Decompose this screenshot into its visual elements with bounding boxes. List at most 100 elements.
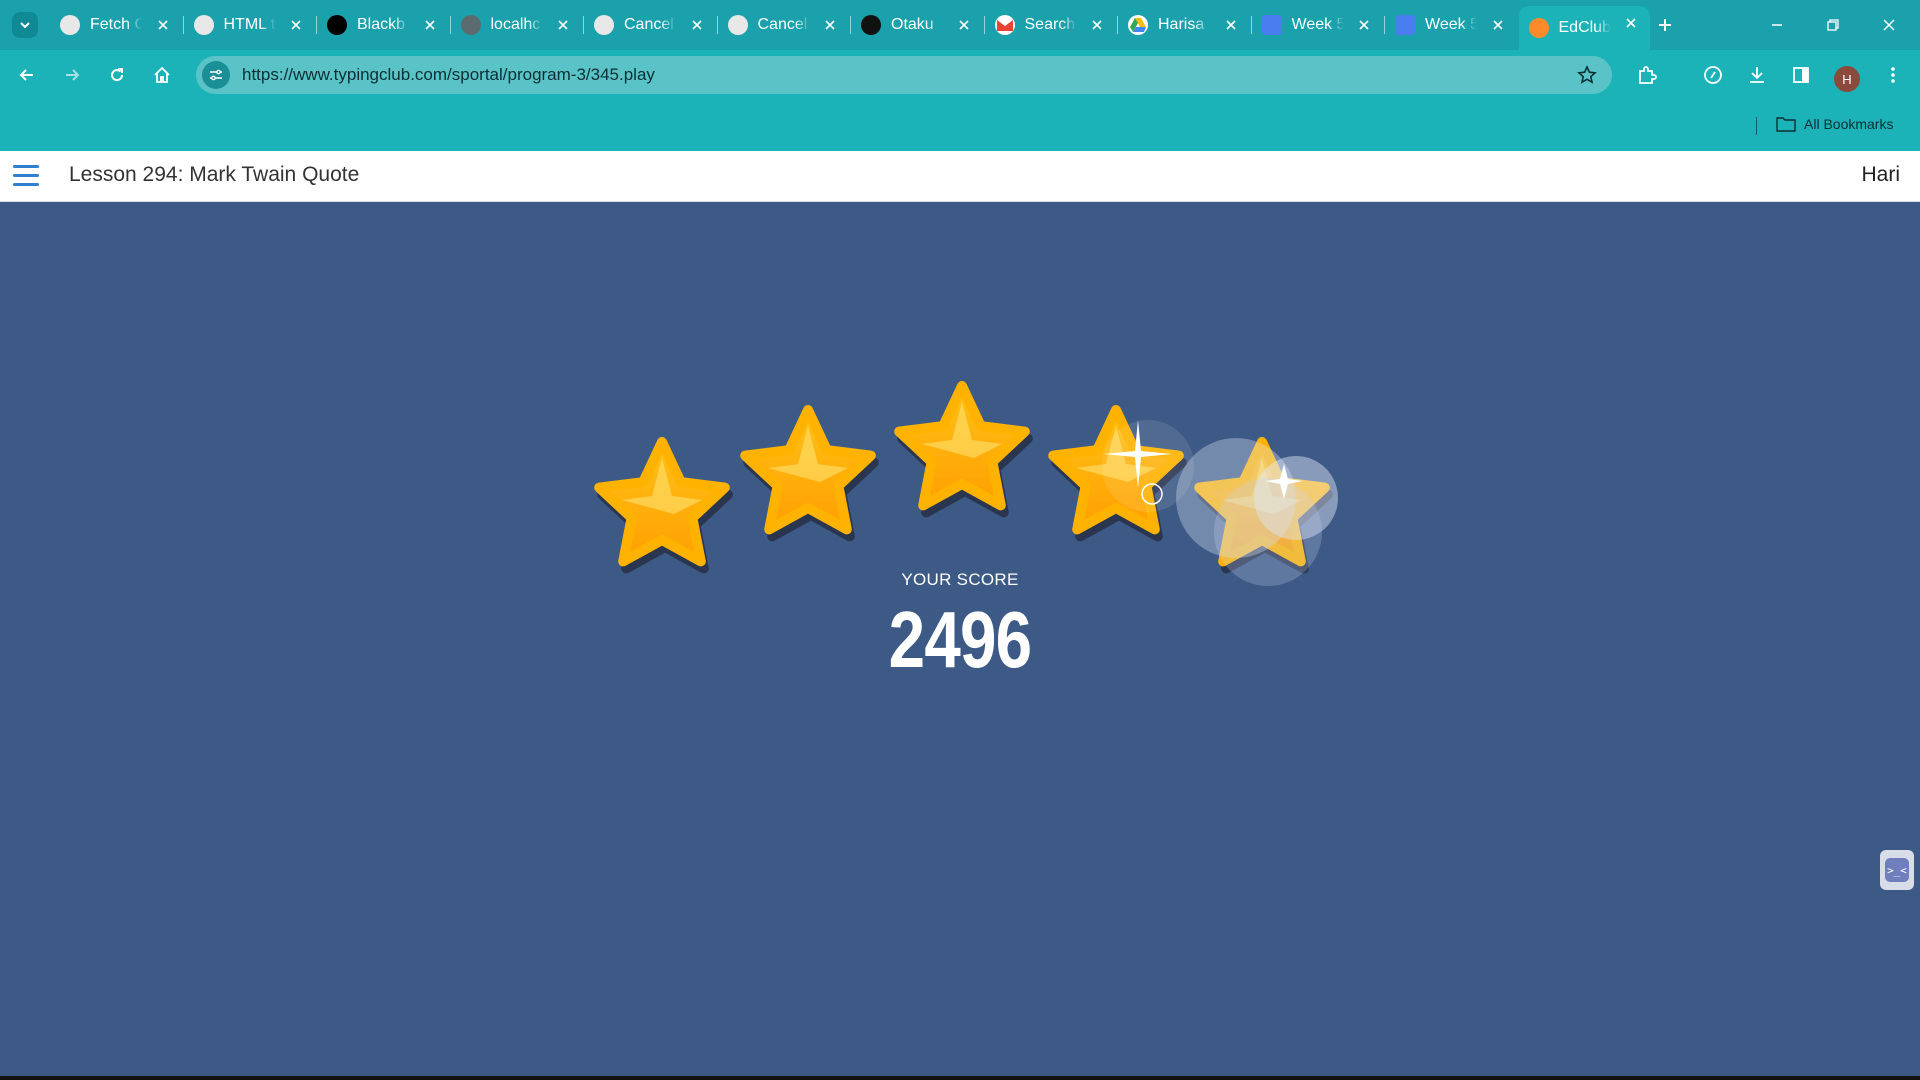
tab-search-button[interactable] xyxy=(12,12,38,38)
site-info-button[interactable] xyxy=(202,61,230,89)
browser-tab[interactable]: Blackb xyxy=(317,8,449,42)
tab-close-icon[interactable] xyxy=(688,16,706,34)
bookmarks-divider xyxy=(1756,117,1757,135)
tab-close-icon[interactable] xyxy=(554,16,572,34)
chatgpt-icon xyxy=(193,15,214,35)
bookmarks-bar: All Bookmarks xyxy=(0,100,1920,151)
browser-tab[interactable]: localhc xyxy=(451,8,583,42)
browser-tab[interactable]: HTML t xyxy=(184,8,316,42)
rating-star-icon xyxy=(894,381,1033,518)
browser-tab[interactable]: Week 5 xyxy=(1385,8,1517,42)
chevron-down-icon xyxy=(20,22,30,29)
tab-title: HTML t xyxy=(223,16,276,33)
browser-tab[interactable]: Otaku xyxy=(851,8,983,42)
minimize-icon xyxy=(1772,24,1782,26)
browser-toolbar: https://www.typingclub.com/sportal/progr… xyxy=(0,50,1920,100)
speedometer-icon xyxy=(1704,66,1722,84)
arrow-right-icon xyxy=(66,69,80,81)
lesson-title: Lesson 294: Mark Twain Quote xyxy=(69,163,360,186)
user-name[interactable]: Hari xyxy=(1861,163,1900,187)
bookmark-star-button[interactable] xyxy=(1576,64,1598,86)
score-label: YOUR SCORE xyxy=(901,570,1019,589)
tab-close-icon[interactable] xyxy=(955,16,973,34)
rating-star-icon xyxy=(594,437,733,574)
plus-icon xyxy=(1659,19,1671,31)
tab-strip: Fetch C HTML t Blackb localhc Cancel Cancel Ot… xyxy=(0,0,1920,50)
arrow-left-icon xyxy=(19,69,33,81)
reload-icon xyxy=(111,68,124,82)
home-icon xyxy=(154,66,170,83)
browser-tab[interactable]: Harisa xyxy=(1118,8,1250,42)
home-button[interactable] xyxy=(147,60,177,90)
blackbox-icon xyxy=(327,15,347,35)
star-outline-icon xyxy=(1577,65,1597,84)
all-bookmarks-label: All Bookmarks xyxy=(1804,116,1894,132)
drive-icon xyxy=(1128,15,1148,35)
tab-close-icon[interactable] xyxy=(1622,14,1640,32)
chatgpt-icon xyxy=(727,15,748,35)
globe-icon xyxy=(460,15,481,35)
tab-title: Otaku xyxy=(891,16,934,33)
back-button[interactable] xyxy=(12,60,42,90)
restore-icon xyxy=(1827,19,1839,31)
forward-button[interactable] xyxy=(57,60,87,90)
robot-face-icon: >_< xyxy=(1885,858,1909,882)
close-window-button[interactable] xyxy=(1876,12,1902,38)
menu-button[interactable] xyxy=(1878,60,1908,90)
side-panel-button[interactable] xyxy=(1786,60,1816,90)
edclub-icon xyxy=(1528,18,1549,38)
page-header: Lesson 294: Mark Twain Quote Hari xyxy=(0,151,1920,202)
tab-title: Week 5 xyxy=(1425,16,1477,33)
tab-title: Harisa xyxy=(1158,16,1205,33)
docs-icon xyxy=(1261,15,1282,35)
tab-title: EdClub xyxy=(1558,19,1611,36)
browser-tab[interactable]: Fetch C xyxy=(50,8,182,42)
feedback-widget-button[interactable]: >_< xyxy=(1880,850,1914,890)
close-icon xyxy=(1883,19,1895,31)
tab-title: localhc xyxy=(490,16,541,33)
tab-close-icon[interactable] xyxy=(287,16,305,34)
folder-icon xyxy=(1776,117,1796,132)
tab-title: Search xyxy=(1024,16,1076,33)
all-bookmarks-button[interactable]: All Bookmarks xyxy=(1776,116,1893,132)
performance-button[interactable] xyxy=(1698,60,1728,90)
downloads-button[interactable] xyxy=(1742,60,1772,90)
tab-title: Cancel xyxy=(757,16,808,33)
browser-tab[interactable]: Week 5 xyxy=(1252,8,1384,42)
browser-tab[interactable]: Cancel xyxy=(718,8,850,42)
extensions-button[interactable] xyxy=(1632,60,1662,90)
browser-tab[interactable]: Search xyxy=(985,8,1117,42)
profile-avatar[interactable]: H xyxy=(1834,66,1860,92)
github-icon xyxy=(861,15,881,35)
tune-icon xyxy=(210,69,222,81)
chatgpt-icon xyxy=(594,15,614,35)
minimize-button[interactable] xyxy=(1764,12,1790,38)
rating-star-icon xyxy=(740,405,879,542)
lesson-result-panel: YOUR SCORE 2496 >_< xyxy=(0,202,1920,1076)
tab-close-icon[interactable] xyxy=(421,16,439,34)
bottom-edge xyxy=(0,1076,1920,1080)
tab-close-icon[interactable] xyxy=(821,16,839,34)
star-rating xyxy=(594,381,1338,586)
tab-title: Cancel xyxy=(624,16,674,33)
browser-tab[interactable]: EdClub xyxy=(1518,6,1650,50)
tab-close-icon[interactable] xyxy=(154,16,172,34)
tab-title: Fetch C xyxy=(90,16,142,33)
puzzle-icon xyxy=(1639,66,1657,84)
address-bar[interactable]: https://www.typingclub.com/sportal/progr… xyxy=(196,56,1612,94)
tab-close-icon[interactable] xyxy=(1088,16,1106,34)
tab-title: Blackb xyxy=(357,16,406,33)
url-text[interactable]: https://www.typingclub.com/sportal/progr… xyxy=(242,65,655,85)
hamburger-menu-icon[interactable] xyxy=(13,165,39,187)
chatgpt-icon xyxy=(60,15,80,35)
tab-close-icon[interactable] xyxy=(1222,16,1240,34)
tab-close-icon[interactable] xyxy=(1355,16,1373,34)
tab-close-icon[interactable] xyxy=(1489,16,1507,34)
side-panel-icon xyxy=(1793,67,1809,83)
new-tab-button[interactable] xyxy=(1652,12,1678,38)
reload-button[interactable] xyxy=(102,60,132,90)
restore-button[interactable] xyxy=(1820,12,1846,38)
more-vertical-icon xyxy=(1891,67,1895,83)
score-value: 2496 xyxy=(888,595,1032,684)
browser-tab[interactable]: Cancel xyxy=(584,8,716,42)
